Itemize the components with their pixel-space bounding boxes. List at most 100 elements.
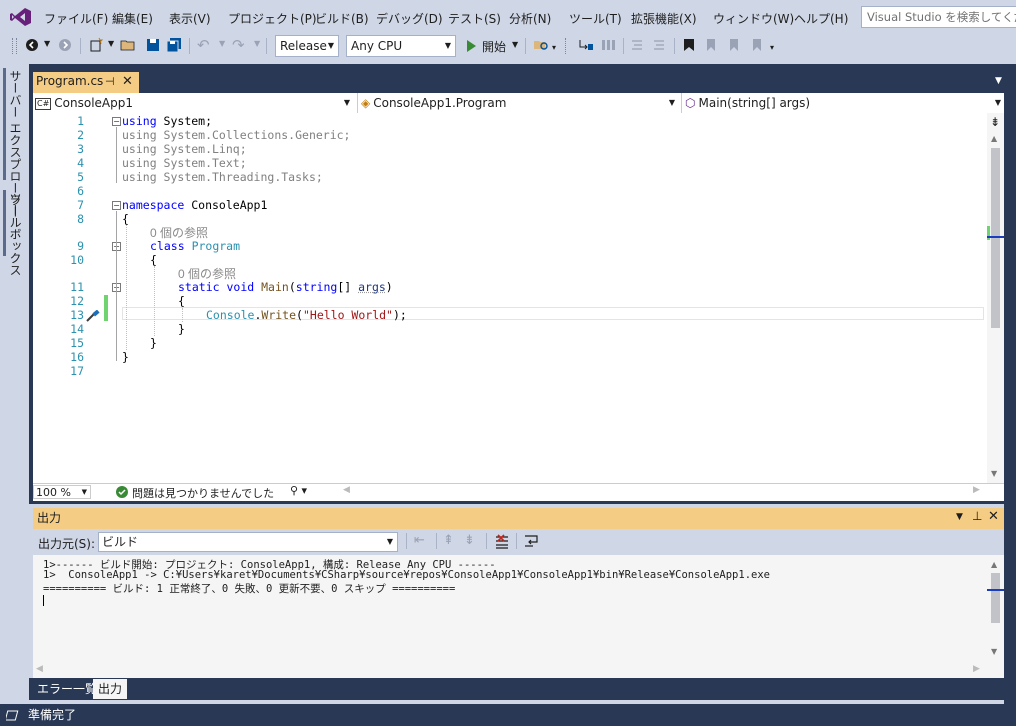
undo-dropdown-icon[interactable]: ▼: [219, 39, 225, 48]
step-into-icon[interactable]: [578, 38, 594, 52]
new-project-icon[interactable]: [88, 37, 104, 53]
window-position-dropdown-icon[interactable]: ▼: [956, 512, 963, 522]
hscroll-right-icon[interactable]: ▶: [973, 485, 980, 495]
type-dropdown[interactable]: ◈ ConsoleApp1.Program ▼: [361, 94, 678, 112]
next-bookmark-icon[interactable]: [727, 38, 741, 52]
paren: (: [288, 280, 296, 294]
solution-config-dropdown[interactable]: Release ▼: [275, 35, 339, 57]
prev-bookmark-icon[interactable]: [704, 38, 718, 52]
bookmark-icon[interactable]: [683, 38, 695, 52]
tab-program-cs[interactable]: Program.cs ⊣ ✕: [33, 72, 139, 93]
menu-project[interactable]: プロジェクト(P): [228, 10, 317, 27]
back-icon[interactable]: [25, 38, 39, 52]
code-cleanup-icon[interactable]: ⚲ ▾: [290, 484, 307, 497]
clear-bookmarks-icon[interactable]: [750, 38, 764, 52]
menu-debug[interactable]: デバッグ(D): [376, 10, 443, 27]
start-dropdown-icon[interactable]: ▼: [512, 40, 518, 49]
new-dropdown-icon[interactable]: ▼: [108, 39, 114, 48]
hscroll-right-icon[interactable]: ▶: [973, 664, 980, 674]
code-text: System;: [156, 114, 213, 128]
code-line-11: static void Main(string[] args): [178, 280, 393, 294]
find-in-files-icon[interactable]: [533, 38, 549, 52]
zoom-dropdown[interactable]: 100 % ▼: [33, 485, 91, 499]
undo-icon[interactable]: ↶: [197, 36, 210, 54]
back-dropdown-icon[interactable]: ▼: [44, 39, 50, 48]
scroll-up-icon[interactable]: ▲: [991, 134, 997, 143]
hscroll-left-icon[interactable]: ◀: [343, 485, 350, 495]
pin-icon[interactable]: ⊣: [105, 72, 115, 91]
menu-edit[interactable]: 編集(E): [112, 10, 153, 27]
open-folder-icon[interactable]: [120, 38, 136, 52]
forward-icon[interactable]: [58, 38, 72, 52]
code-line-2: using System.Collections.Generic;: [122, 128, 351, 142]
search-input[interactable]: Visual Studio を検索してください: [861, 6, 1016, 28]
menu-build[interactable]: ビルド(B): [315, 10, 369, 27]
close-icon[interactable]: ✕: [122, 72, 133, 91]
step-over-icon[interactable]: [600, 38, 616, 52]
menu-extensions[interactable]: 拡張機能(X): [631, 10, 697, 27]
code-text: System.Threading.Tasks;: [156, 170, 323, 184]
indent-guide: [154, 266, 155, 336]
scrollbar-thumb[interactable]: [991, 148, 1000, 328]
scroll-up-icon[interactable]: ▲: [991, 560, 997, 569]
menu-analyze[interactable]: 分析(N): [509, 10, 551, 27]
redo-dropdown-icon[interactable]: ▼: [254, 39, 260, 48]
comment-out-icon[interactable]: [630, 38, 644, 52]
visual-studio-logo-icon[interactable]: [10, 7, 32, 27]
toolbar-overflow-icon[interactable]: ▾: [770, 43, 774, 52]
scroll-down-icon[interactable]: ▼: [991, 469, 997, 478]
menu-window[interactable]: ウィンドウ(W): [713, 10, 794, 27]
menu-test[interactable]: テスト(S): [448, 10, 501, 27]
chevron-down-icon: ▼: [81, 488, 87, 496]
line-number: 11: [70, 280, 84, 294]
fold-toggle[interactable]: −: [112, 201, 121, 210]
line-number: 16: [70, 350, 84, 364]
issues-status[interactable]: 問題は見つかりませんでした: [132, 485, 274, 501]
menu-tools[interactable]: ツール(T): [569, 10, 622, 27]
scrollbar-caret-marker: [987, 589, 1004, 591]
solution-platform-dropdown[interactable]: Any CPU ▼: [346, 35, 456, 57]
next-message-icon[interactable]: ⇟: [464, 533, 475, 548]
tab-error-list[interactable]: エラー一覧: [32, 679, 102, 699]
go-to-line-icon[interactable]: ⇤: [414, 533, 425, 548]
split-window-icon[interactable]: ⇟: [990, 115, 1000, 129]
start-play-icon[interactable]: [466, 40, 476, 52]
code-line-3: using System.Linq;: [122, 142, 247, 156]
toolbar-separator: [406, 533, 407, 549]
output-window-title: 出力: [33, 508, 1004, 529]
tab-output[interactable]: 出力: [93, 679, 128, 699]
menu-file[interactable]: ファイル(F): [44, 10, 108, 27]
clear-all-icon[interactable]: [494, 534, 510, 549]
tab-list-dropdown-icon[interactable]: ▼: [995, 76, 1002, 86]
menu-help[interactable]: ヘルプ(H): [794, 10, 848, 27]
toggle-word-wrap-icon[interactable]: [524, 534, 540, 549]
hscroll-left-icon[interactable]: ◀: [36, 664, 43, 674]
redo-icon[interactable]: ↷: [232, 36, 245, 54]
scrollbar-thumb[interactable]: [991, 573, 1000, 623]
keyword: class: [150, 239, 185, 253]
close-icon[interactable]: ✕: [988, 509, 999, 524]
output-source-dropdown[interactable]: ビルド ▼: [98, 532, 398, 552]
line-number: 1: [77, 114, 84, 128]
uncomment-icon[interactable]: [652, 38, 666, 52]
pin-icon[interactable]: ⊥: [972, 509, 982, 523]
scroll-down-icon[interactable]: ▼: [991, 647, 997, 656]
toolbar-separator: [525, 38, 526, 54]
toolbar-separator: [436, 533, 437, 549]
menu-view[interactable]: 表示(V): [169, 10, 211, 27]
brace: {: [178, 294, 185, 308]
previous-message-icon[interactable]: ⇞: [443, 533, 454, 548]
save-icon[interactable]: [146, 38, 160, 52]
quick-actions-screwdriver-icon[interactable]: [86, 310, 100, 322]
toolbar-grip[interactable]: [12, 38, 17, 54]
member-dropdown[interactable]: ⬡ Main(string[] args) ▼: [685, 94, 1004, 112]
toolbox-tab[interactable]: ツールボックス: [7, 192, 24, 276]
code-line-16: }: [122, 350, 129, 364]
save-all-icon[interactable]: [166, 37, 182, 53]
project-dropdown[interactable]: C# ConsoleApp1 ▼: [35, 94, 353, 112]
zoom-value: 100 %: [36, 486, 71, 499]
start-button[interactable]: 開始: [482, 38, 506, 55]
fold-toggle[interactable]: −: [112, 117, 121, 126]
toolbar-overflow-icon[interactable]: ▾: [552, 43, 556, 52]
toolbar-grip[interactable]: [565, 38, 569, 54]
